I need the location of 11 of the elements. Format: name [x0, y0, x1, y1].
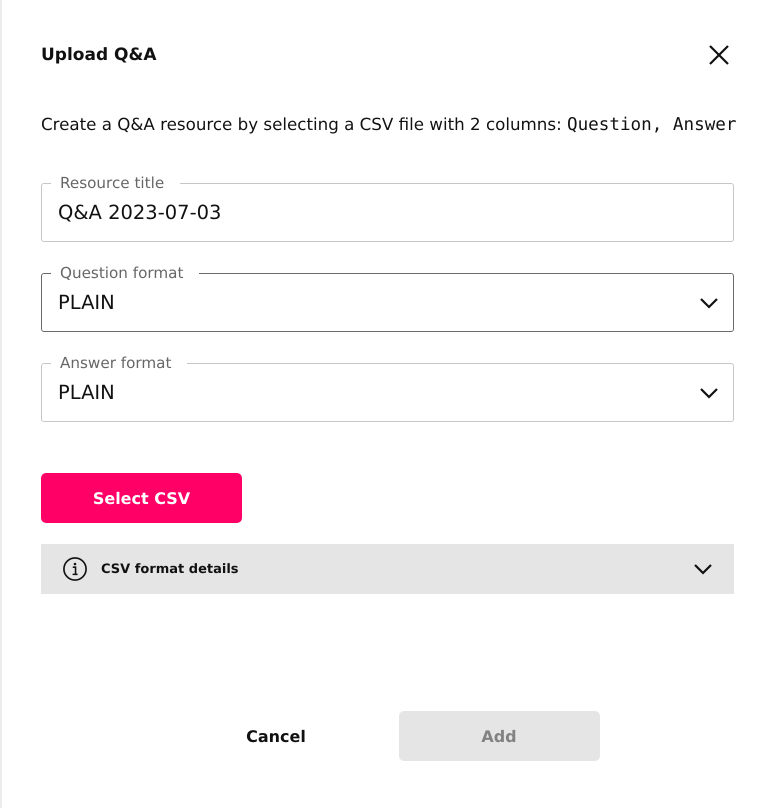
dialog-title: Upload Q&A	[41, 45, 156, 65]
select-csv-button[interactable]: Select CSV	[41, 473, 242, 523]
accordion-header[interactable]: CSV format details	[41, 544, 734, 594]
cancel-button[interactable]: Cancel	[176, 711, 376, 761]
info-icon	[63, 557, 87, 581]
chevron-down-icon	[700, 388, 718, 398]
chevron-down-icon	[700, 298, 718, 308]
close-icon	[709, 45, 729, 65]
description-text: Create a Q&A resource by selecting a CSV file with 2 columns: Question, Answer	[41, 113, 734, 137]
chevron-down-icon	[694, 564, 712, 574]
accordion-label: CSV format details	[101, 562, 239, 576]
